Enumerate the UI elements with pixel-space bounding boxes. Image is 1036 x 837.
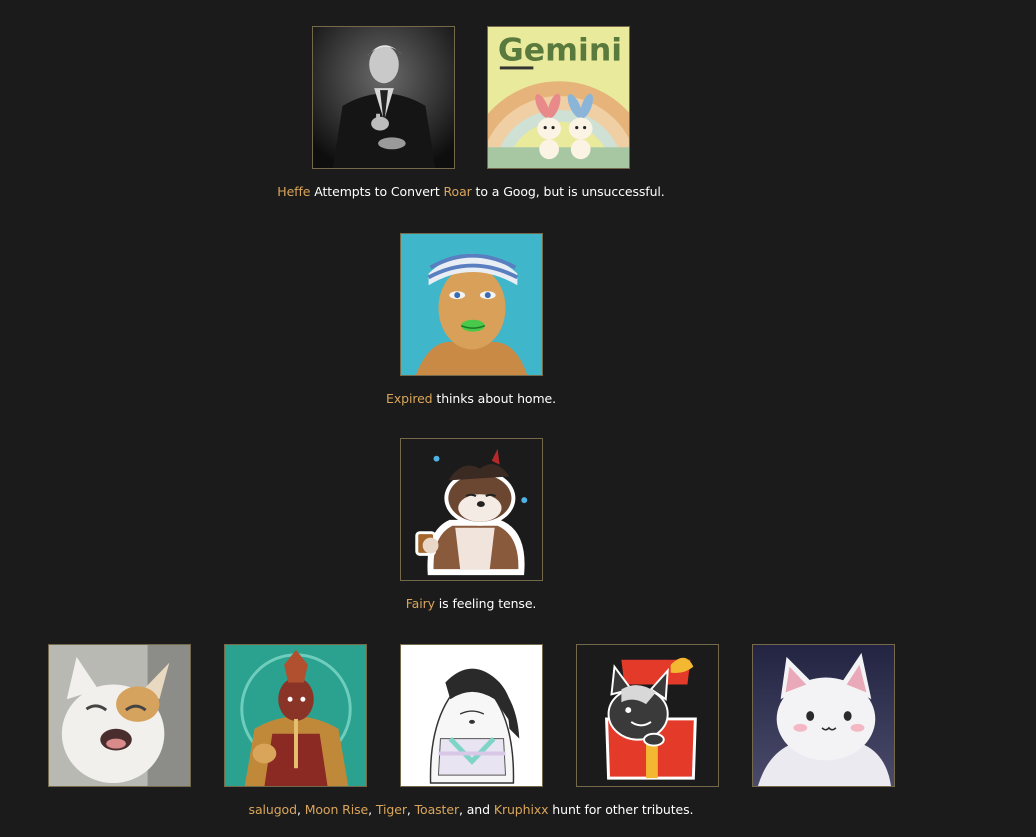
caption-text: Attempts to Convert xyxy=(310,184,444,199)
wolf-gift-box-image xyxy=(576,645,718,786)
event-avatars xyxy=(0,438,942,581)
avatar-fairy[interactable] xyxy=(399,438,543,581)
caption-text: is feeling tense. xyxy=(434,596,537,611)
avatar-kruphixx[interactable] xyxy=(751,644,895,787)
event-expired: Expired thinks about home. xyxy=(0,233,942,407)
tribute-name-expired[interactable]: Expired xyxy=(386,391,433,406)
tribute-name-toaster[interactable]: Toaster xyxy=(415,802,459,817)
avatar-tiger[interactable] xyxy=(399,644,543,787)
avatar-heffe[interactable] xyxy=(312,26,455,169)
event-avatars xyxy=(0,233,942,376)
furry-coffee-sticker-image xyxy=(400,439,542,580)
event-caption: Fairy is feeling tense. xyxy=(0,596,942,612)
event-avatars xyxy=(0,644,942,787)
event-fairy: Fairy is feeling tense. xyxy=(0,438,942,612)
tribute-name-heffe[interactable]: Heffe xyxy=(277,184,310,199)
caption-separator: , xyxy=(368,802,376,817)
white-cat-robe-image xyxy=(400,645,542,786)
avatar-expired[interactable] xyxy=(399,233,543,376)
caption-text: to a Goog, but is unsuccessful. xyxy=(471,184,665,199)
laughing-cat-image xyxy=(48,645,190,786)
tribute-name-tiger[interactable]: Tiger xyxy=(376,802,407,817)
suited-man-portrait-image xyxy=(313,27,454,168)
event-caption: Heffe Attempts to Convert Roar to a Goog… xyxy=(0,184,942,200)
caption-separator: , xyxy=(406,802,415,817)
avatar-salugod[interactable] xyxy=(47,644,191,787)
tribute-name-fairy[interactable]: Fairy xyxy=(406,596,435,611)
gemini-bunnies-poster-image: Gemini xyxy=(488,27,629,168)
event-caption: salugod, Moon Rise, Tiger, Toaster, and … xyxy=(0,802,942,818)
tribute-name-salugod[interactable]: salugod xyxy=(249,802,297,817)
caption-text: hunt for other tributes. xyxy=(548,802,694,817)
anime-portrait-image xyxy=(400,234,542,375)
caption-separator: , xyxy=(296,802,305,817)
tribute-name-moon-rise[interactable]: Moon Rise xyxy=(305,802,369,817)
event-avatars: Gemini xyxy=(0,26,942,169)
tribute-name-kruphixx[interactable]: Kruphixx xyxy=(494,802,549,817)
avatar-roar[interactable]: Gemini xyxy=(487,26,630,169)
caption-text: thinks about home. xyxy=(432,391,556,406)
white-cat-cartoon-image xyxy=(752,645,894,786)
gemini-title-text: Gemini xyxy=(498,33,622,69)
event-feed: Gemini Heffe Attempts to Convert Roar to… xyxy=(0,0,1036,837)
event-hunt-group: salugod, Moon Rise, Tiger, Toaster, and … xyxy=(0,644,942,818)
armored-warrior-image xyxy=(224,645,366,786)
tribute-name-roar[interactable]: Roar xyxy=(444,184,472,199)
event-heffe-roar: Gemini Heffe Attempts to Convert Roar to… xyxy=(0,26,942,200)
avatar-moon-rise[interactable] xyxy=(223,644,367,787)
event-caption: Expired thinks about home. xyxy=(0,391,942,407)
avatar-toaster[interactable] xyxy=(575,644,719,787)
caption-separator: , and xyxy=(459,802,494,817)
